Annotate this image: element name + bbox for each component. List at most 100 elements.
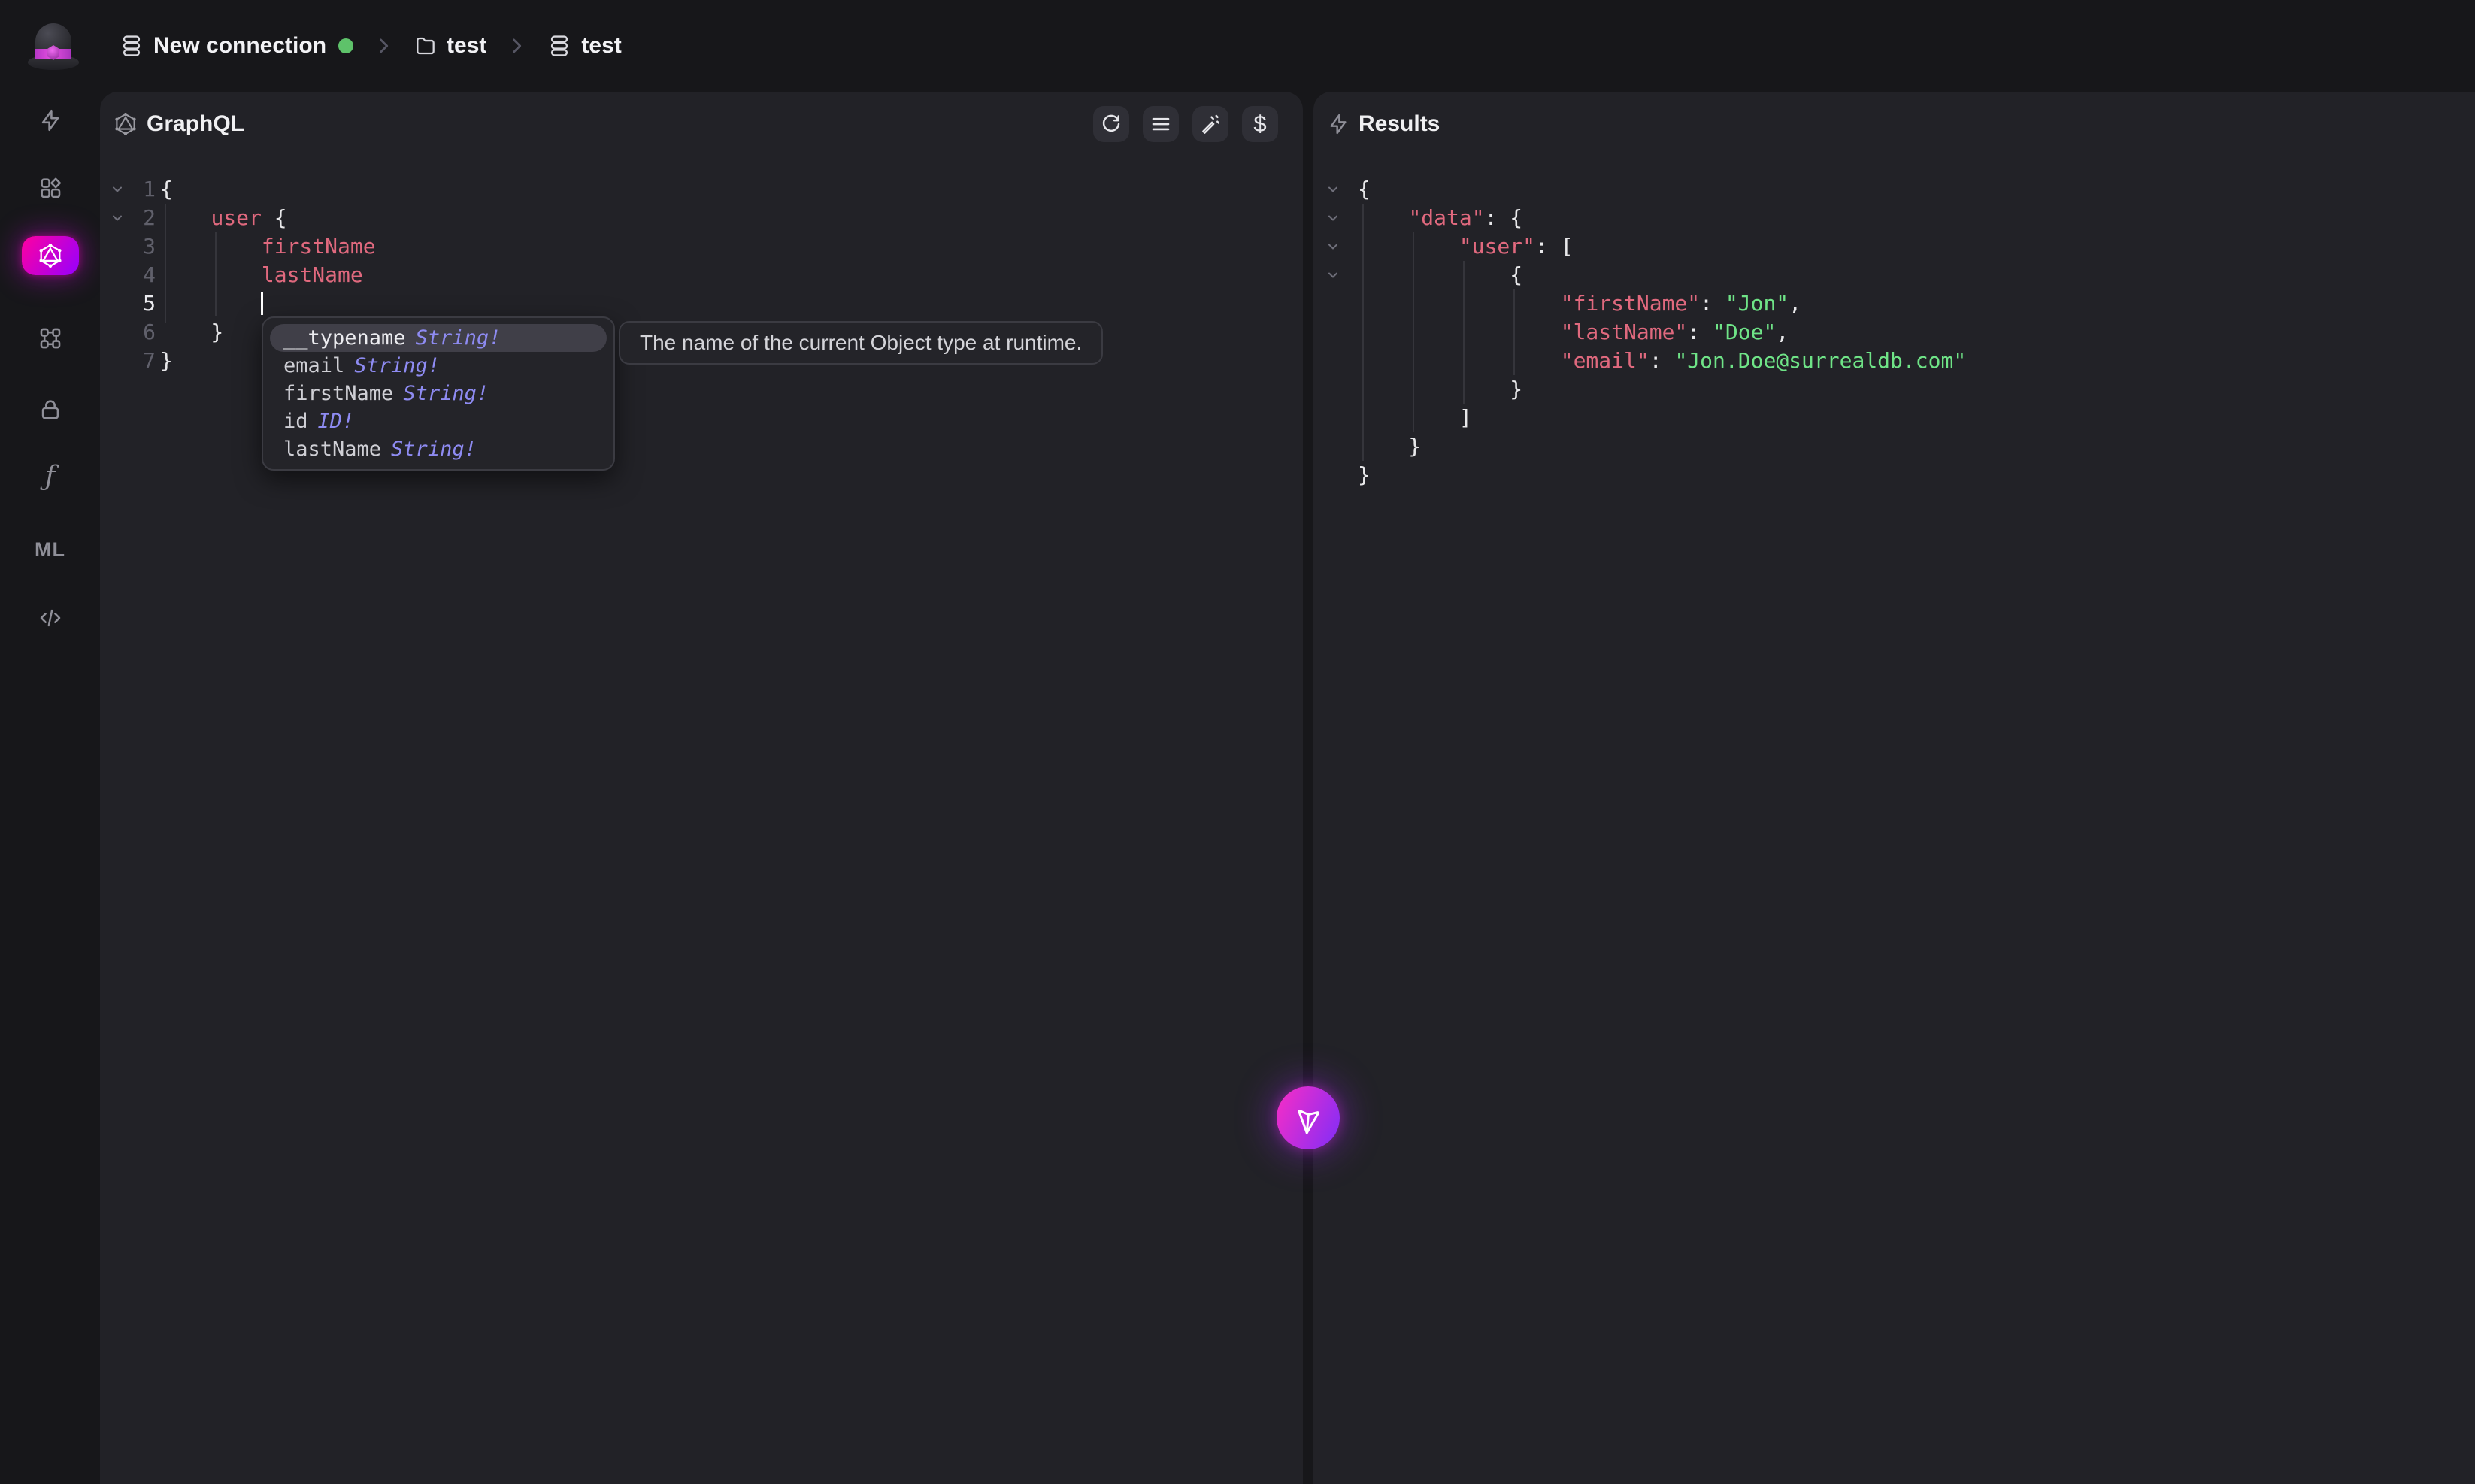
fold-chevron-icon[interactable] [100, 182, 135, 197]
results-panel: Results { "data": { "user": [ { "firstNa… [1313, 92, 2475, 1484]
breadcrumb-namespace[interactable]: test [447, 33, 486, 59]
explorer-grid-icon [38, 175, 63, 201]
connection-status-dot [338, 38, 354, 53]
code-token: firstName [261, 234, 376, 259]
code-token: } [1358, 434, 1422, 459]
autocomplete-field-type: String! [391, 438, 477, 461]
code-line-text: } [1358, 432, 1421, 461]
results-line: "user": [ [1313, 232, 2475, 261]
chevron-right-icon [373, 35, 394, 56]
fold-chevron-icon[interactable] [1313, 182, 1353, 197]
code-token: : [1687, 320, 1713, 344]
sidebar-item-designer[interactable] [38, 326, 63, 351]
autocomplete-field-name: __typename [283, 326, 406, 350]
editor-line[interactable]: 1{ [100, 175, 1303, 204]
top-bar: New connection test test [0, 0, 2475, 92]
fold-chevron-icon[interactable] [100, 210, 135, 226]
sidebar-item-models[interactable]: ML [35, 538, 65, 562]
sidebar-item-graphql[interactable] [21, 236, 79, 275]
autocomplete-tooltip: The name of the current Object type at r… [619, 321, 1104, 365]
connection-icon [119, 33, 144, 59]
code-token: { [1358, 262, 1523, 287]
chevron-right-icon [506, 35, 527, 56]
code-token: { [160, 177, 173, 201]
results-line: "lastName": "Doe", [1313, 318, 2475, 347]
connection-name[interactable]: New connection [153, 33, 326, 59]
autocomplete-item[interactable]: lastName String! [270, 435, 607, 463]
results-line: "email": "Jon.Doe@surrealdb.com" [1313, 347, 2475, 375]
fold-chevron-icon[interactable] [1313, 268, 1353, 283]
sidebar-item-functions[interactable]: ƒ [45, 463, 55, 490]
code-token: "lastName" [1560, 320, 1688, 344]
code-token: ] [1358, 405, 1472, 430]
code-token: } [1358, 377, 1523, 401]
autocomplete-item[interactable]: firstName String! [270, 380, 607, 407]
code-token: "firstName" [1560, 291, 1701, 316]
autocomplete-popup: __typename String! email String! firstName St… [262, 316, 615, 471]
code-line-text: "email": "Jon.Doe@surrealdb.com" [1358, 347, 1966, 375]
indent-guide [1413, 232, 1414, 432]
code-token: "Doe" [1713, 320, 1777, 344]
ml-icon: ML [35, 538, 65, 561]
designer-nodes-icon [38, 326, 63, 351]
variables-button[interactable]: $ [1242, 105, 1278, 142]
autocomplete-item[interactable]: email String! [270, 352, 607, 380]
code-token: "email" [1560, 348, 1649, 373]
code-token: { [1358, 177, 1371, 201]
code-line-text: } [1358, 461, 1371, 489]
sidebar-item-authentication[interactable] [38, 397, 63, 422]
results-line: { [1313, 261, 2475, 289]
editor-line[interactable]: 3 firstName [100, 232, 1303, 261]
fold-chevron-icon[interactable] [1313, 239, 1353, 254]
code-line-text: "firstName": "Jon", [1358, 289, 1801, 318]
code-token: { [261, 205, 287, 230]
code-token: : [1649, 348, 1675, 373]
graphql-icon [113, 111, 138, 137]
editor-line[interactable]: 4 lastName [100, 261, 1303, 289]
autocomplete-item[interactable]: __typename String! [270, 324, 607, 352]
graphql-panel-title: GraphQL [147, 111, 245, 136]
autocomplete-field-name: firstName [283, 382, 394, 405]
breadcrumb: New connection test test [119, 33, 622, 59]
code-line-text: firstName [160, 232, 376, 261]
code-line-text: user { [160, 204, 287, 232]
autocomplete-item[interactable]: id ID! [270, 407, 607, 435]
autocomplete-field-type: ID! [317, 410, 355, 433]
refresh-button[interactable] [1093, 105, 1129, 142]
code-token: "Jon.Doe@surrealdb.com" [1674, 348, 1967, 373]
prettify-button[interactable] [1192, 105, 1228, 142]
code-line-text: } [1358, 375, 1522, 404]
editor-line[interactable]: 5 [100, 289, 1303, 318]
autocomplete-field-type: String! [354, 354, 441, 377]
database-icon [547, 33, 572, 59]
format-button[interactable] [1143, 105, 1179, 142]
code-token: , [1776, 320, 1789, 344]
breadcrumb-database[interactable]: test [581, 33, 621, 59]
sidebar-item-explorer[interactable] [38, 175, 63, 201]
code-token: : [ [1535, 234, 1574, 259]
bolt-icon [1326, 112, 1350, 136]
indent-guide [1362, 204, 1364, 461]
wand-icon [1199, 113, 1222, 135]
code-token: : [1700, 291, 1725, 316]
code-line-text: ] [1358, 404, 1472, 432]
line-number: 4 [143, 262, 156, 287]
indent-guide [215, 232, 217, 316]
results-lines: { "data": { "user": [ { "firstName": "Jo… [1313, 175, 2475, 489]
surrealist-logo[interactable] [27, 20, 80, 71]
code-token: "data" [1408, 205, 1485, 230]
sidebar-item-query[interactable] [38, 108, 63, 133]
editor-line[interactable]: 2 user { [100, 204, 1303, 232]
fold-chevron-icon[interactable] [1313, 210, 1353, 226]
sidebar: ƒ ML [0, 92, 100, 1484]
sidebar-item-api-docs[interactable] [38, 605, 63, 631]
results-line: } [1313, 375, 2475, 404]
code-token: } [160, 348, 173, 373]
results-line: "data": { [1313, 204, 2475, 232]
run-query-button[interactable] [1277, 1086, 1340, 1149]
autocomplete-field-name: email [283, 354, 345, 377]
line-number: 2 [143, 205, 156, 230]
